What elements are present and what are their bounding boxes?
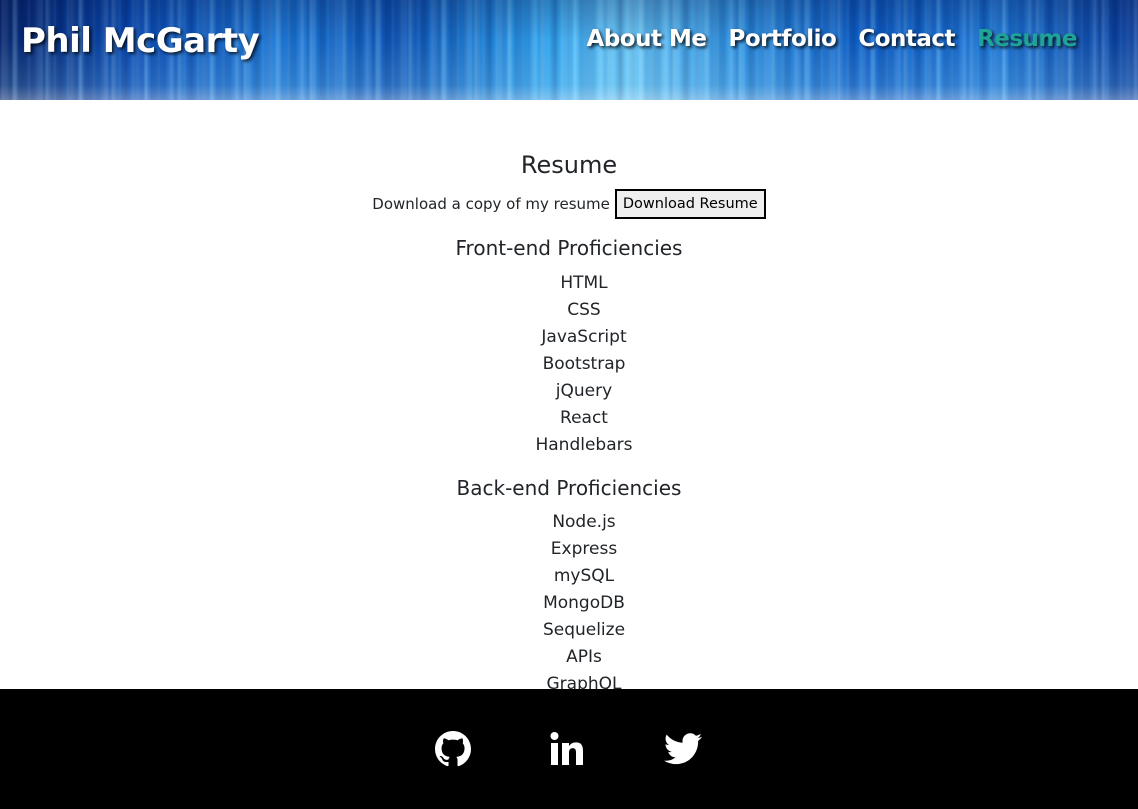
list-item: GraphQL [546, 674, 622, 689]
frontend-title: Front-end Proficiencies [455, 236, 683, 260]
list-item: Handlebars [535, 435, 633, 455]
frontend-list: HTML CSS JavaScript Bootstrap jQuery Rea… [30, 270, 1138, 459]
nav-portfolio[interactable]: Portfolio [728, 26, 836, 52]
page-title: Resume [520, 151, 618, 179]
nav-contact[interactable]: Contact [858, 26, 955, 52]
nav-about-me[interactable]: About Me [587, 26, 707, 52]
twitter-icon[interactable] [663, 729, 703, 769]
download-resume-button[interactable]: Download Resume [614, 189, 766, 219]
linkedin-icon[interactable] [547, 729, 587, 769]
list-item: MongoDB [543, 593, 625, 613]
list-item: HTML [560, 273, 608, 293]
list-item: JavaScript [541, 327, 627, 347]
list-item: Node.js [552, 512, 616, 532]
list-item: jQuery [555, 381, 613, 401]
site-header: Phil McGarty About Me Portfolio Contact … [0, 0, 1138, 100]
list-item: CSS [567, 300, 601, 320]
list-item: Express [550, 539, 618, 559]
list-item: Sequelize [542, 620, 626, 640]
site-brand[interactable]: Phil McGarty [21, 21, 260, 61]
download-row: Download a copy of my resume Download Re… [0, 189, 1138, 219]
backend-title: Back-end Proficiencies [456, 476, 682, 500]
download-text: Download a copy of my resume [372, 195, 610, 213]
site-footer [0, 689, 1138, 809]
main-nav: About Me Portfolio Contact Resume [587, 26, 1078, 52]
resume-section: Resume Download a copy of my resume Down… [0, 100, 1138, 689]
list-item: APIs [566, 647, 602, 667]
nav-resume[interactable]: Resume [977, 26, 1077, 52]
backend-list: Node.js Express mySQL MongoDB Sequelize … [30, 509, 1138, 689]
list-item: mySQL [553, 566, 615, 586]
list-item: Bootstrap [542, 354, 626, 374]
list-item: React [560, 408, 608, 428]
github-icon[interactable] [433, 729, 473, 769]
